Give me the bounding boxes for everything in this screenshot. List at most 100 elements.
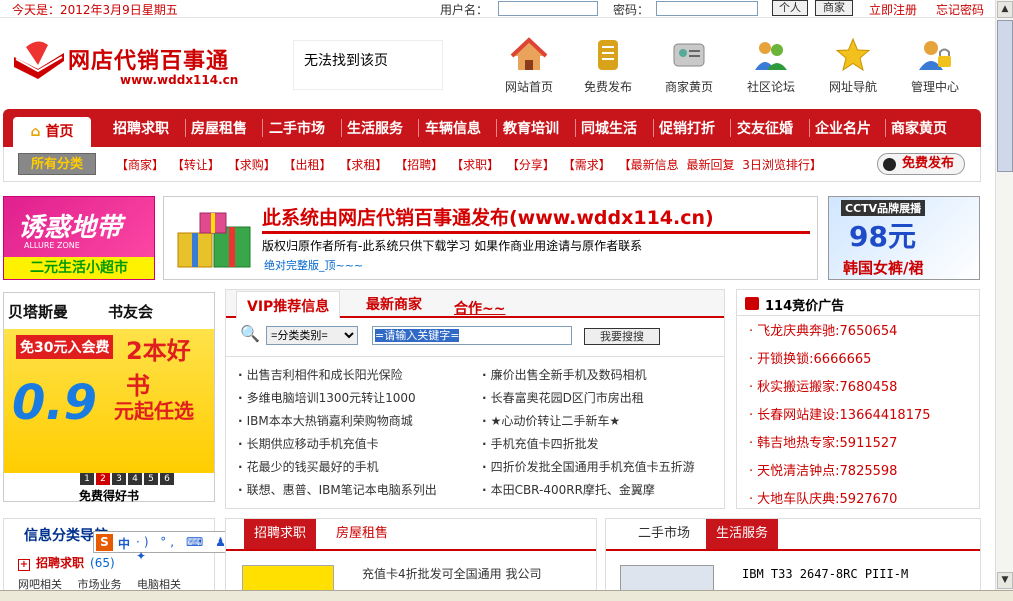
tag-hiring[interactable]: 【招聘】	[395, 158, 443, 172]
list-item[interactable]: 本田CBR-400RR摩托、金翼摩	[482, 481, 695, 504]
pager-2[interactable]: 2	[96, 473, 110, 485]
tag-rent-wanted[interactable]: 【求租】	[339, 158, 387, 172]
list-item[interactable]: IBM本本大热销嘉利荣购物商城	[238, 412, 437, 435]
category-select[interactable]: =分类类别=	[266, 326, 358, 345]
list-item[interactable]: 长春富奥花园D区门市房出租	[482, 389, 695, 412]
book-club-ad[interactable]: 贝塔斯曼 书友会 免30元入会费 2本好书 0.9 元起任选 123456 免费…	[3, 292, 215, 503]
list-item[interactable]: 韩吉地热专家:5911527	[749, 432, 931, 460]
pager-5[interactable]: 5	[144, 473, 158, 485]
list-item[interactable]: 秋实搬运搬家:7680458	[749, 376, 931, 404]
tab-cooperation[interactable]: 合作~~	[454, 298, 505, 318]
menu-divider	[185, 119, 186, 137]
list-item[interactable]: 多维电脑培训1300元转让1000	[238, 389, 437, 412]
list-item[interactable]: 手机充值卡四折批发	[482, 435, 695, 458]
menu-item[interactable]: 车辆信息	[425, 118, 481, 138]
menu-item[interactable]: 促销打折	[659, 118, 715, 138]
personal-login-button[interactable]: 个人	[772, 0, 808, 16]
list-item[interactable]: 四折价发批全国通用手机充值卡五折游	[482, 458, 695, 481]
list-item[interactable]: 出售吉利相件和成长阳光保险	[238, 366, 437, 389]
tab-latest-merchants[interactable]: 最新商家	[366, 294, 422, 314]
tag-transfer[interactable]: 【转让】	[172, 158, 220, 172]
list-item[interactable]: 大地车队庆典:5927670	[749, 488, 931, 516]
nav-url-guide[interactable]: 网址导航	[818, 36, 888, 95]
category-row[interactable]: + 招聘求职 (65)	[18, 554, 115, 571]
list-item[interactable]: 长期供应移动手机充值卡	[238, 435, 437, 458]
menu-item[interactable]: 教育培训	[503, 118, 559, 138]
list-item[interactable]: 花最少的钱买最好的手机	[238, 458, 437, 481]
menu-item[interactable]: 交友征婚	[737, 118, 793, 138]
menu-divider	[653, 119, 654, 137]
top-bar: 今天是：2012年3月9日星期五 用户名： 密码： 个人 商家 立即注册 忘记密…	[0, 0, 995, 18]
menu-item[interactable]: 生活服务	[347, 118, 403, 138]
nav-home[interactable]: 网站首页	[494, 36, 564, 95]
magnifier-icon: 🔍	[240, 324, 260, 343]
banner-divider	[262, 231, 810, 234]
ime-mode[interactable]: 中	[118, 535, 130, 552]
nav-free-publish[interactable]: 免费发布	[573, 36, 643, 95]
list-item[interactable]: ★心动价转让二手新车★	[482, 412, 695, 435]
menu-item[interactable]: 招聘求职	[113, 118, 169, 138]
nav-forum[interactable]: 社区论坛	[736, 36, 806, 95]
tab-jobs[interactable]: 招聘求职	[244, 519, 317, 549]
book-offer-2: 2本好书	[126, 337, 191, 400]
list-item[interactable]: 联想、惠普、IBM笔记本电脑系列出	[238, 481, 437, 504]
menu-item[interactable]: 商家黄页	[891, 118, 947, 138]
password-input[interactable]	[656, 1, 758, 16]
menu-item[interactable]: 同城生活	[581, 118, 637, 138]
banner-system-info[interactable]: 此系统由网店代销百事通发布(www.wddx114.cn) 版权归原作者所有-此…	[163, 196, 818, 280]
scroll-down-arrow-icon[interactable]: ▼	[997, 572, 1013, 589]
username-input[interactable]	[498, 1, 598, 16]
tag-purchase[interactable]: 【求购】	[228, 158, 276, 172]
sogou-icon[interactable]: S	[96, 534, 113, 551]
tag-demand[interactable]: 【需求】	[563, 158, 611, 172]
menu-home-label: 首页	[45, 124, 74, 140]
jobs-text[interactable]: 充值卡4折批发可全国通用 我公司	[362, 565, 541, 582]
scroll-thumb[interactable]	[997, 20, 1013, 172]
all-categories-button[interactable]: 所有分类	[18, 153, 96, 175]
tag-job-seeking[interactable]: 【求职】	[451, 158, 499, 172]
tab-vip-recommend[interactable]: VIP推荐信息	[236, 291, 341, 318]
banner-korean-pants[interactable]: CCTV品牌展播 98元 韩国女裤/裙	[828, 196, 980, 280]
pager-6[interactable]: 6	[160, 473, 174, 485]
market-text[interactable]: IBM T33 2647-8RC PIII-M	[742, 567, 908, 581]
tag-latest-info[interactable]: 【最新信息	[619, 158, 679, 172]
list-item[interactable]: 天悦清洁钟点:7825598	[749, 460, 931, 488]
tab-second-hand[interactable]: 二手市场	[628, 519, 700, 549]
search-button[interactable]: 我要搜搜	[584, 328, 660, 345]
menu-home-tab[interactable]: ⌂ 首页	[13, 117, 91, 147]
site-logo[interactable]: 网店代销百事通 www.wddx114.cn	[8, 35, 256, 97]
vertical-scrollbar[interactable]: ▲ ▼	[995, 0, 1013, 590]
category-bar: 所有分类 【商家】 【转让】 【求购】 【出租】 【求租】 【招聘】 【求职】 …	[3, 147, 981, 182]
menu-item[interactable]: 房屋租售	[191, 118, 247, 138]
nav-url-guide-label: 网址导航	[828, 80, 877, 94]
list-item[interactable]: 廉价出售全新手机及数码相机	[482, 366, 695, 389]
keyword-input[interactable]: =请输入关键字=	[372, 326, 572, 345]
nav-admin-center[interactable]: 管理中心	[900, 36, 970, 95]
tab-life-services[interactable]: 生活服务	[706, 519, 779, 549]
tag-3day-ranking[interactable]: 3日浏览排行】	[742, 158, 822, 172]
users-icon	[755, 42, 787, 70]
free-publish-button[interactable]: 免费发布	[877, 153, 965, 175]
register-link[interactable]: 立即注册	[869, 1, 917, 18]
pager-4[interactable]: 4	[128, 473, 142, 485]
list-item[interactable]: 开锁换锁:6666665	[749, 348, 931, 376]
pager-3[interactable]: 3	[112, 473, 126, 485]
pager-1[interactable]: 1	[80, 473, 94, 485]
tab-housing[interactable]: 房屋租售	[326, 519, 398, 549]
tag-share[interactable]: 【分享】	[507, 158, 555, 172]
tag-merchant[interactable]: 【商家】	[116, 158, 164, 172]
banner-allure-zone[interactable]: 诱惑地带 ALLURE ZONE 二元生活小超市	[3, 196, 155, 280]
tag-rent-out[interactable]: 【出租】	[284, 158, 332, 172]
vip-list-right: 廉价出售全新手机及数码相机 长春富奥花园D区门市房出租 ★心动价转让二手新车★ …	[482, 366, 695, 504]
tag-latest-replies[interactable]: 最新回复	[686, 158, 734, 172]
forgot-password-link[interactable]: 忘记密码	[936, 1, 984, 18]
merchant-login-button[interactable]: 商家	[815, 0, 853, 16]
scroll-up-arrow-icon[interactable]: ▲	[997, 1, 1013, 18]
card-icon	[673, 43, 705, 67]
menu-item[interactable]: 二手市场	[269, 118, 325, 138]
list-item[interactable]: 飞龙庆典奔驰:7650654	[749, 320, 931, 348]
nav-yellow-pages[interactable]: 商家黄页	[654, 36, 724, 95]
menu-item[interactable]: 企业名片	[815, 118, 871, 138]
list-item[interactable]: 长春网站建设:13664418175	[749, 404, 930, 432]
nav-yellow-pages-label: 商家黄页	[664, 80, 713, 94]
